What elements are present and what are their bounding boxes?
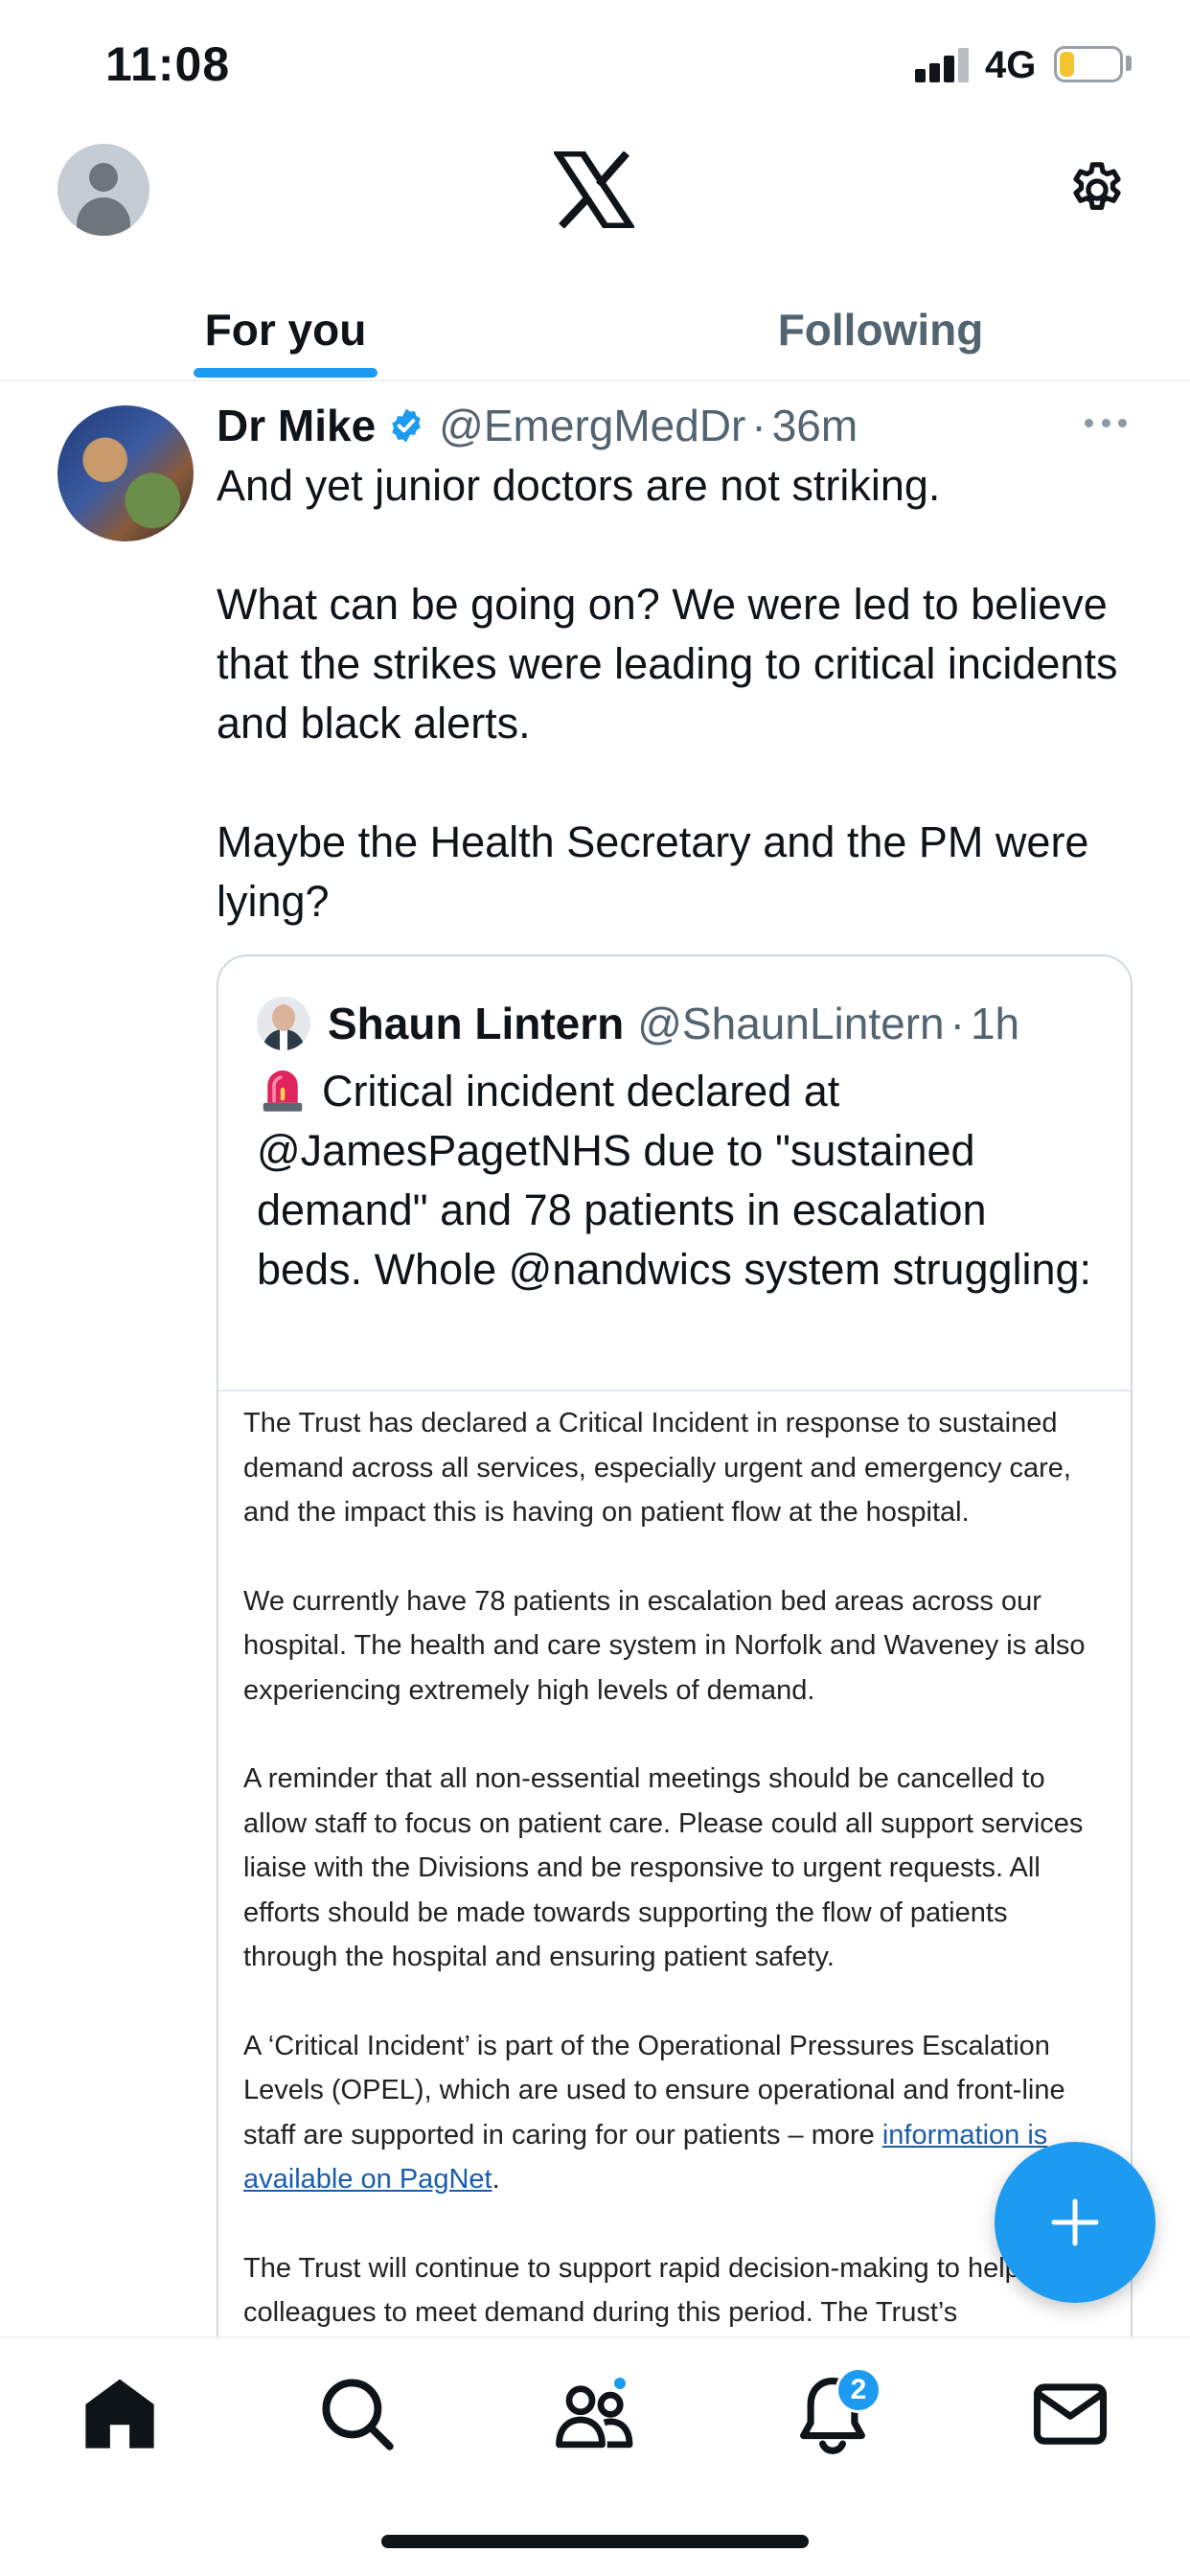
network-type: 4G [985, 44, 1037, 86]
tweet-header: Dr Mike @EmergMedDr · 36m [217, 395, 858, 456]
separator-dot: · [950, 999, 965, 1048]
quoted-tweet-text: Critical incident declared at @JamesPage… [257, 1067, 1092, 1294]
search-icon[interactable] [314, 2371, 400, 2457]
more-options-icon[interactable] [1085, 417, 1127, 428]
timeline-tabs: For you Following [0, 278, 1190, 381]
tweet-timestamp[interactable]: 36m [772, 400, 858, 451]
quoted-author-handle: @ShaunLintern [637, 999, 945, 1048]
profile-avatar-button[interactable] [57, 144, 149, 236]
quoted-tweet-body: Critical incident declared at @JamesPage… [257, 1062, 1100, 1300]
home-indicator-bar[interactable] [381, 2535, 809, 2548]
tab-for-you[interactable]: For you [0, 278, 571, 381]
x-home-timeline: 11:08 4G For you Following Dr Mike @Emer… [0, 0, 1190, 2576]
tweet-author-avatar[interactable] [57, 405, 194, 541]
quoted-tweet-image[interactable]: The Trust has declared a Critical Incide… [218, 1390, 1131, 2390]
doc-paragraph: The Trust will continue to support rapid… [243, 2252, 1020, 2329]
tweet-author-handle[interactable]: @EmergMedDr [439, 400, 745, 451]
doc-paragraph: The Trust has declared a Critical Incide… [243, 1408, 1071, 1528]
quoted-tweet-timestamp: 1h [970, 999, 1020, 1048]
tab-following[interactable]: Following [595, 278, 1166, 381]
communities-button[interactable] [552, 2371, 638, 2457]
tweet-paragraph: What can be going on? We were led to bel… [217, 580, 1118, 748]
tweet-author-name[interactable]: Dr Mike [217, 400, 376, 451]
tweet-paragraph: Maybe the Health Secretary and the PM we… [217, 817, 1089, 926]
quoted-tweet-card[interactable]: Shaun Lintern @ShaunLintern · 1h Critica… [217, 954, 1133, 2392]
unread-dot [611, 2375, 629, 2392]
battery-icon [1054, 46, 1123, 82]
verified-badge-icon [392, 408, 421, 443]
police-siren-icon [263, 1070, 303, 1112]
doc-paragraph: A reminder that all non-essential meetin… [243, 1763, 1084, 1972]
document-screenshot: The Trust has declared a Critical Incide… [243, 1401, 1106, 2380]
settings-gear-icon[interactable] [1065, 158, 1129, 221]
compose-post-button[interactable] [995, 2142, 1156, 2303]
active-tab-indicator [194, 368, 378, 378]
doc-paragraph: We currently have 78 patients in escalat… [243, 1585, 1086, 1706]
tweet-paragraph: And yet junior doctors are not striking. [217, 461, 941, 510]
home-icon[interactable] [77, 2371, 163, 2457]
notifications-count-badge: 2 [835, 2367, 881, 2413]
tweet-body: And yet junior doctors are not striking.… [217, 456, 1136, 932]
battery-tip [1126, 56, 1132, 71]
status-bar: 11:08 4G [0, 0, 1190, 129]
x-logo-icon [554, 151, 634, 228]
notifications-button[interactable]: 2 [790, 2367, 881, 2457]
doc-paragraph: A ‘Critical Incident’ is part of the Ope… [243, 2030, 1065, 2196]
quoted-author-name: Shaun Lintern [328, 999, 625, 1048]
separator-dot: · [751, 401, 767, 450]
quoted-tweet-header: Shaun Lintern @ShaunLintern · 1h [328, 991, 1019, 1056]
plus-icon [1051, 2198, 1099, 2246]
battery-level [1060, 52, 1074, 77]
status-time: 11:08 [105, 37, 231, 91]
quoted-author-avatar [257, 997, 310, 1050]
messages-icon[interactable] [1027, 2371, 1113, 2457]
cellular-signal-icon [915, 48, 971, 82]
